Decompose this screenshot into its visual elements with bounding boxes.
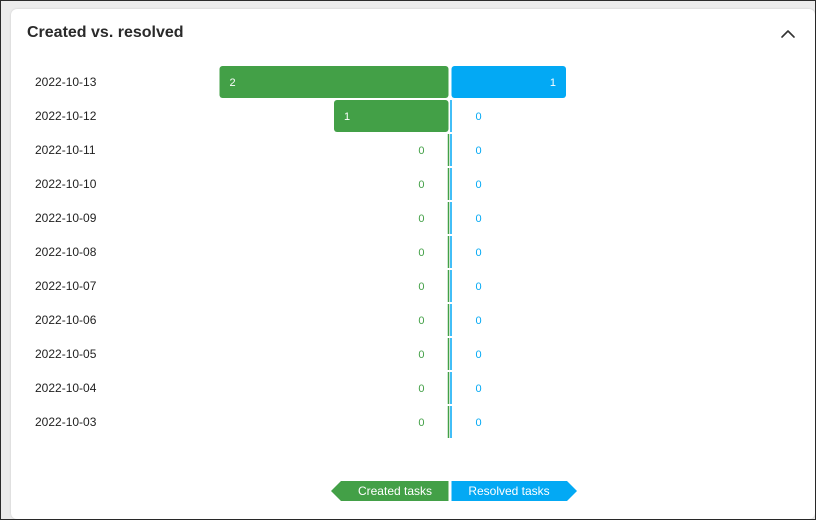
created-bar[interactable] (334, 100, 449, 132)
category-label: 2022-10-13 (35, 75, 97, 89)
category-label: 2022-10-06 (35, 313, 97, 327)
resolved-value-label: 0 (476, 179, 482, 191)
created-value-label: 0 (418, 213, 424, 225)
resolved-value-label: 1 (550, 77, 556, 89)
created-value-label: 0 (418, 247, 424, 259)
created-value-label: 0 (418, 349, 424, 361)
created-value-label: 0 (418, 179, 424, 191)
resolved-bar[interactable] (451, 66, 567, 98)
category-label: 2022-10-07 (35, 279, 97, 293)
category-label: 2022-10-04 (35, 381, 97, 395)
category-label: 2022-10-10 (35, 177, 97, 191)
category-label: 2022-10-08 (35, 245, 97, 259)
resolved-value-label: 0 (476, 281, 482, 293)
resolved-value-label: 0 (476, 247, 482, 259)
category-label: 2022-10-12 (35, 109, 97, 123)
created-value-label: 0 (418, 145, 424, 157)
created-value-label: 2 (230, 77, 236, 89)
category-label: 2022-10-05 (35, 347, 97, 361)
legend-created-label: Created tasks (358, 484, 432, 498)
category-label: 2022-10-03 (35, 415, 97, 429)
category-label: 2022-10-11 (35, 143, 96, 157)
resolved-value-label: 0 (476, 417, 482, 429)
created-value-label: 0 (418, 281, 424, 293)
created-vs-resolved-chart: 2022-10-13 2 1 2022-10-12 1 0 2022-10-11 0 0 2022… (35, 66, 577, 501)
resolved-value-label: 0 (476, 111, 482, 123)
created-value-label: 1 (344, 111, 350, 123)
resolved-value-label: 0 (476, 213, 482, 225)
resolved-value-label: 0 (476, 145, 482, 157)
resolved-value-label: 0 (476, 383, 482, 395)
created-bar[interactable] (219, 66, 449, 98)
resolved-value-label: 0 (476, 349, 482, 361)
created-value-label: 0 (418, 417, 424, 429)
legend-resolved-label: Resolved tasks (468, 484, 549, 498)
category-label: 2022-10-09 (35, 211, 97, 225)
created-value-label: 0 (418, 315, 424, 327)
window-frame: Created vs. resolved 2022-10-13 2 1 2022-10… (0, 0, 816, 520)
resolved-value-label: 0 (476, 315, 482, 327)
created-value-label: 0 (418, 383, 424, 395)
